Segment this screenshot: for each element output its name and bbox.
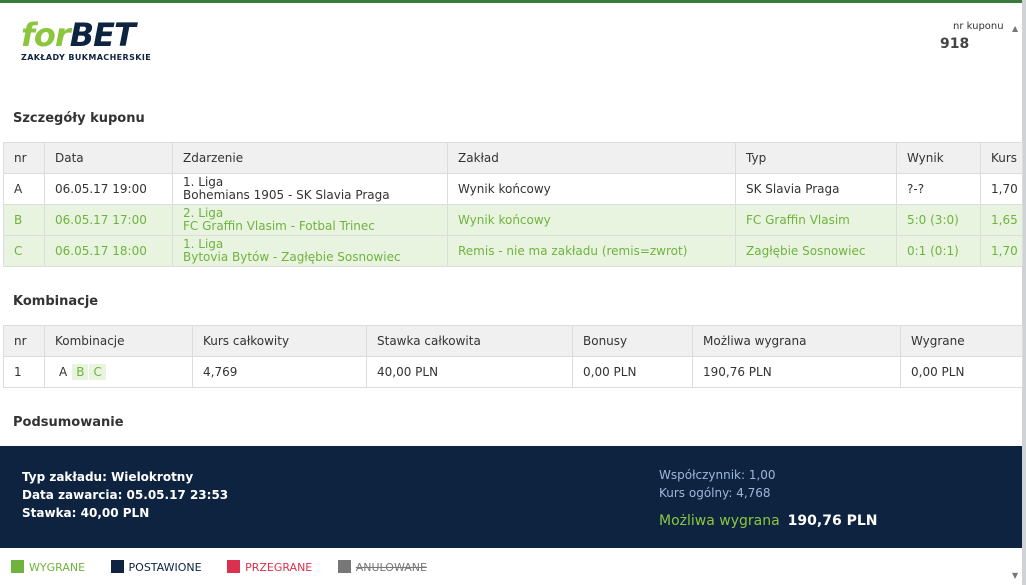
- possible-win-value: 190,76 PLN: [787, 513, 878, 529]
- row-event: 2. Liga FC Graffin Vlasim - Fotbal Trinec: [172, 204, 448, 236]
- legend-lost-swatch: [227, 560, 241, 573]
- row-odds: 1,70: [980, 235, 1023, 267]
- col-header-combination: Kombinacje: [44, 325, 193, 357]
- legend-cancelled-label: ANULOWANE: [355, 561, 427, 574]
- combo-bonus: 0,00 PLN: [572, 356, 693, 388]
- row-date: 06.05.17 19:00: [44, 173, 173, 205]
- row-result: 0:1 (0:1): [896, 235, 981, 267]
- row-nr: A: [3, 173, 45, 205]
- col-header-bet: Zakład: [447, 142, 736, 174]
- row-type: Zagłębie Sosnowiec: [735, 235, 897, 267]
- col-header-date: Data: [44, 142, 173, 174]
- col-header-event: Zdarzenie: [172, 142, 448, 174]
- col-header-possible-win: Możliwa wygrana: [692, 325, 901, 357]
- row-result: 5:0 (3:0): [896, 204, 981, 236]
- scrollbar-track[interactable]: [1022, 0, 1026, 585]
- row-bet: Wynik końcowy: [447, 204, 736, 236]
- row-nr: C: [3, 235, 45, 267]
- row-type: SK Slavia Praga: [735, 173, 897, 205]
- summary-left: Typ zakładu: Wielokrotny Data zawarcia: …: [22, 468, 228, 522]
- row-odds: 1,65: [980, 204, 1023, 236]
- table-row: 1 ABC 4,769 40,00 PLN 0,00 PLN 190,76 PL…: [3, 356, 1023, 388]
- col-header-bonus: Bonusy: [572, 325, 693, 357]
- event-name: Bohemians 1905 - SK Slavia Praga: [183, 188, 390, 202]
- table-row: A 06.05.17 19:00 1. Liga Bohemians 1905 -…: [3, 173, 1023, 205]
- summary-total-odds: Kurs ogólny: 4,768: [659, 486, 771, 500]
- combo-total-stake: 40,00 PLN: [366, 356, 573, 388]
- table-row: B 06.05.17 17:00 2. Liga FC Graffin Vlasi…: [3, 204, 1023, 236]
- legend-lost: PRZEGRANE: [227, 560, 312, 574]
- coupon-details-table: nr Data Zdarzenie Zakład Typ Wynik Kurs …: [3, 142, 1023, 267]
- combo-total-odds: 4,769: [192, 356, 367, 388]
- combinations-header-row: nr Kombinacje Kurs całkowity Stawka całk…: [3, 325, 1023, 357]
- combo-possible-win: 190,76 PLN: [692, 356, 901, 388]
- legend-placed: POSTAWIONE: [110, 560, 202, 574]
- col-header-total-stake: Stawka całkowita: [366, 325, 573, 357]
- summary-coefficient: Współczynnik: 1,00: [659, 468, 776, 482]
- status-legend: WYGRANE POSTAWIONE PRZEGRANE ANULOWANE: [11, 560, 449, 574]
- col-header-total-odds: Kurs całkowity: [192, 325, 367, 357]
- legend-won-swatch: [11, 560, 24, 573]
- coupon-number: 918: [940, 36, 970, 52]
- row-type: FC Graffin Vlasim: [735, 204, 897, 236]
- coupon-number-label: nr kuponu: [953, 21, 1004, 32]
- col-header-result: Wynik: [896, 142, 981, 174]
- col-header-type: Typ: [735, 142, 897, 174]
- row-event: 1. Liga Bohemians 1905 - SK Slavia Praga: [172, 173, 448, 205]
- row-odds: 1,70: [980, 173, 1023, 205]
- legend-cancelled: ANULOWANE: [337, 560, 427, 574]
- combinations-table: nr Kombinacje Kurs całkowity Stawka całk…: [3, 325, 1023, 388]
- col-header-nr: nr: [3, 142, 45, 174]
- col-header-odds: Kurs: [980, 142, 1023, 174]
- row-date: 06.05.17 18:00: [44, 235, 173, 267]
- table-row: C 06.05.17 18:00 1. Liga Bytovia Bytów - …: [3, 235, 1023, 267]
- scroll-down-icon[interactable]: ▼: [1012, 571, 1018, 580]
- summary-bet-type: Typ zakładu: Wielokrotny: [22, 470, 194, 484]
- col-header-won: Wygrane: [900, 325, 1023, 357]
- combinations-section-title: Kombinacje: [13, 294, 99, 309]
- details-header-row: nr Data Zdarzenie Zakład Typ Wynik Kurs: [3, 142, 1023, 174]
- summary-possible-win: Możliwa wygrana 190,76 PLN: [659, 513, 877, 529]
- scroll-up-icon[interactable]: ▲: [1012, 24, 1018, 33]
- combo-nr: 1: [3, 356, 45, 388]
- col-header-nr: nr: [3, 325, 45, 357]
- top-border: [0, 0, 1026, 3]
- logo-for-text: for: [21, 16, 71, 54]
- combo-tag: A: [59, 365, 68, 379]
- legend-placed-label: POSTAWIONE: [128, 561, 202, 574]
- event-name: FC Graffin Vlasim - Fotbal Trinec: [183, 219, 375, 233]
- summary-right: Współczynnik: 1,00 Kurs ogólny: 4,768: [659, 466, 776, 502]
- combo-tag: B: [72, 364, 89, 380]
- row-bet: Remis - nie ma zakładu (remis=zwrot): [447, 235, 736, 267]
- legend-won: WYGRANE: [11, 560, 85, 574]
- summary-stake: Stawka: 40,00 PLN: [22, 506, 150, 520]
- legend-cancelled-swatch: [337, 560, 351, 573]
- row-bet: Wynik końcowy: [447, 173, 736, 205]
- combo-won: 0,00 PLN: [900, 356, 1023, 388]
- summary-date: Data zawarcia: 05.05.17 23:53: [22, 488, 229, 502]
- logo-subtitle: ZAKŁADY BUKMACHERSKIE: [21, 53, 152, 62]
- details-section-title: Szczegóły kuponu: [13, 111, 145, 126]
- combo-tag: C: [89, 364, 106, 380]
- logo-bet-text: BET: [69, 16, 136, 54]
- row-date: 06.05.17 17:00: [44, 204, 173, 236]
- legend-placed-swatch: [110, 560, 124, 573]
- row-nr: B: [3, 204, 45, 236]
- row-result: ?-?: [896, 173, 981, 205]
- row-event: 1. Liga Bytovia Bytów - Zagłębie Sosnowie…: [172, 235, 448, 267]
- summary-section-title: Podsumowanie: [13, 415, 124, 430]
- forbet-logo: forBET ZAKŁADY BUKMACHERSKIE: [21, 18, 151, 62]
- legend-lost-label: PRZEGRANE: [245, 561, 313, 574]
- event-name: Bytovia Bytów - Zagłębie Sosnowiec: [183, 250, 401, 264]
- legend-won-label: WYGRANE: [29, 561, 86, 574]
- combo-tags: ABC: [44, 356, 193, 388]
- possible-win-label: Możliwa wygrana: [659, 513, 780, 529]
- summary-panel: Typ zakładu: Wielokrotny Data zawarcia: …: [0, 446, 1022, 548]
